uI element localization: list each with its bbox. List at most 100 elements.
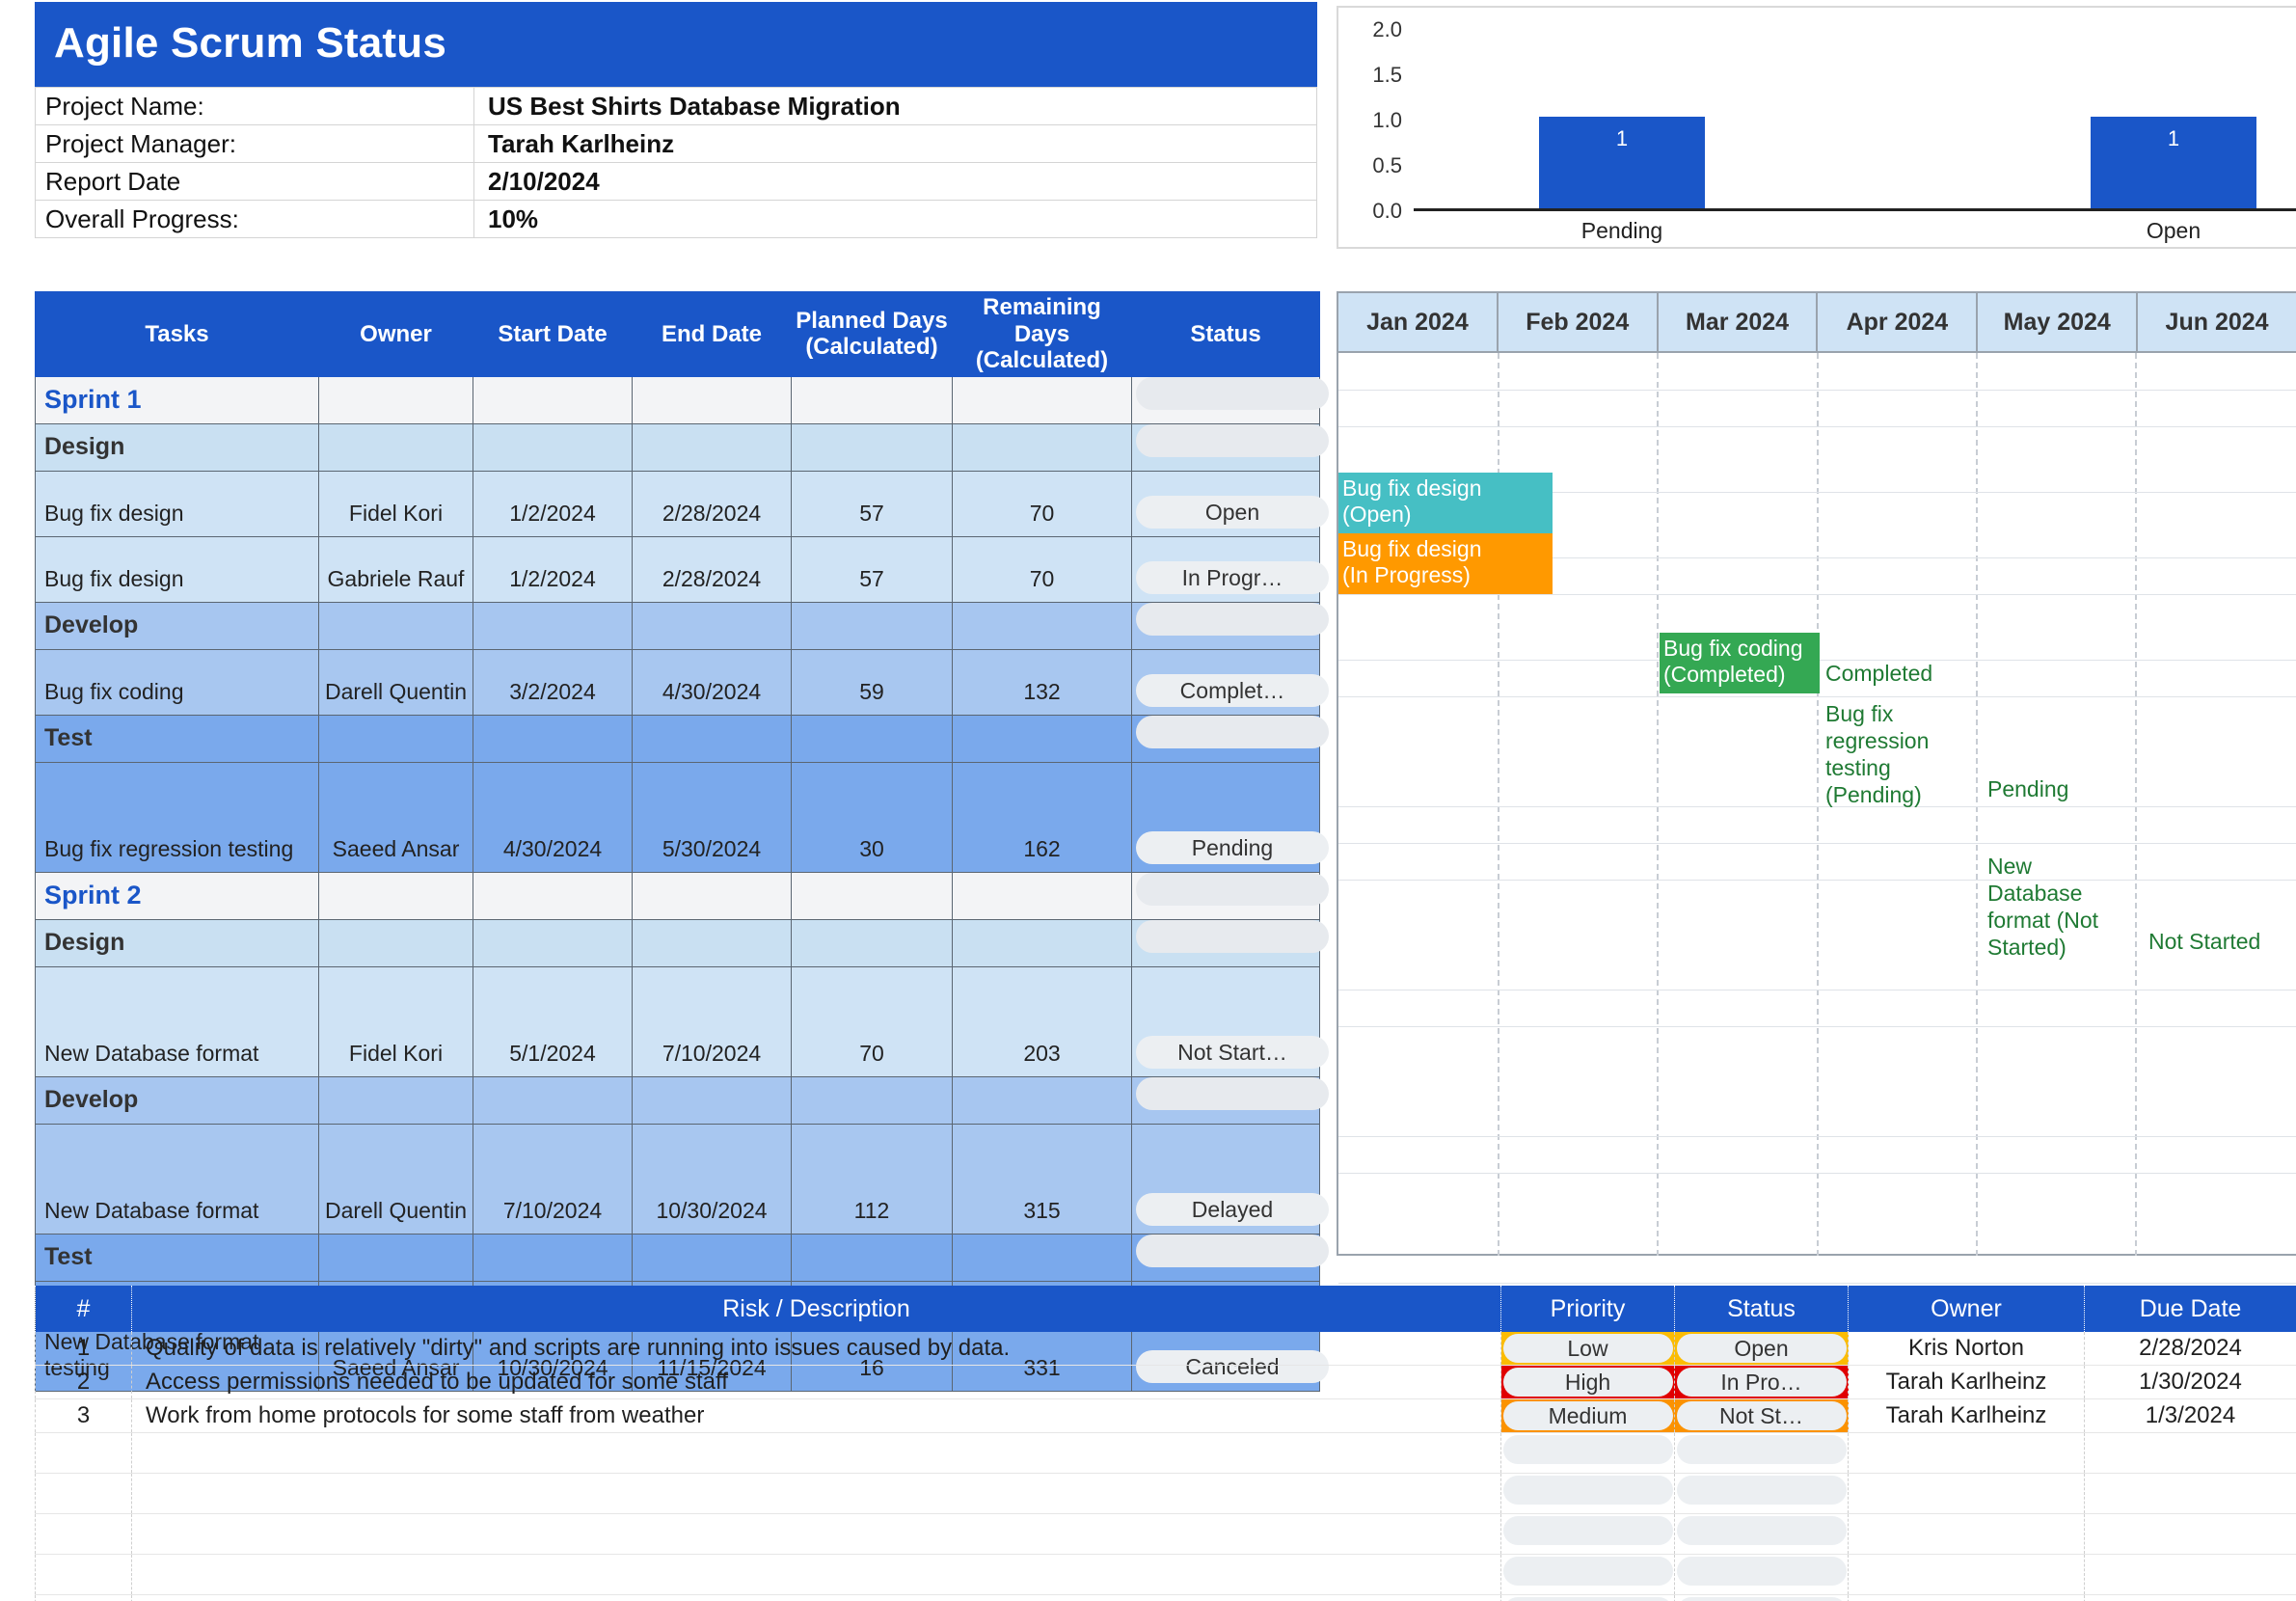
status-badge[interactable]: Open [1136, 495, 1329, 529]
risk-table-row[interactable] [35, 1432, 2296, 1474]
status-badge[interactable] [1676, 1476, 1847, 1505]
chart-bar[interactable]: 1 [1539, 117, 1705, 208]
risk-status-cell[interactable] [1674, 1554, 1849, 1595]
status-badge[interactable]: In Progr… [1136, 560, 1329, 594]
priority-badge[interactable]: Low [1502, 1334, 1673, 1363]
status-badge[interactable] [1136, 715, 1329, 748]
status-badge[interactable] [1136, 1234, 1329, 1267]
status-badge[interactable]: Pending [1136, 830, 1329, 864]
table-group-row[interactable]: Develop [35, 601, 1329, 650]
task-status-cell[interactable] [1131, 918, 1329, 967]
status-badge[interactable] [1136, 919, 1329, 953]
task-status-cell[interactable]: Open [1131, 470, 1329, 537]
task-column-header[interactable]: Planned Days (Calculated) [791, 291, 953, 377]
table-group-row[interactable]: Sprint 2 [35, 871, 1329, 920]
status-badge[interactable] [1136, 423, 1329, 457]
task-column-header[interactable]: Remaining Days (Calculated) [952, 291, 1132, 377]
risk-status-cell[interactable]: Not St… [1674, 1398, 1849, 1433]
status-badge[interactable] [1676, 1557, 1847, 1586]
priority-badge[interactable] [1502, 1435, 1673, 1464]
table-group-row[interactable]: Design [35, 918, 1329, 967]
status-badge[interactable] [1676, 1435, 1847, 1464]
task-status-cell[interactable]: Complet… [1131, 648, 1329, 716]
task-column-header[interactable]: End Date [632, 291, 792, 377]
task-status-cell[interactable] [1131, 601, 1329, 650]
risk-table-row[interactable] [35, 1554, 2296, 1595]
table-group-row[interactable]: Design [35, 422, 1329, 472]
risk-status-cell[interactable]: Open [1674, 1332, 1849, 1366]
risk-table-row[interactable]: 2 Access permissions needed to be updated… [35, 1365, 2296, 1399]
task-status-cell[interactable]: Not Start… [1131, 965, 1329, 1077]
risk-priority-cell[interactable]: High [1500, 1365, 1675, 1399]
risk-column-header[interactable]: Due Date [2084, 1286, 2296, 1332]
status-badge[interactable] [1676, 1597, 1847, 1601]
risk-priority-cell[interactable] [1500, 1594, 1675, 1601]
task-column-header[interactable]: Status [1131, 291, 1320, 377]
risk-status-cell[interactable] [1674, 1473, 1849, 1514]
task-status-cell[interactable] [1131, 1233, 1329, 1282]
table-row[interactable]: New Database format Fidel Kori 5/1/2024 7/1… [35, 965, 1329, 1077]
table-row[interactable]: Bug fix coding Darell Quentin 3/2/2024 4/30… [35, 648, 1329, 716]
task-status-cell[interactable] [1131, 714, 1329, 763]
table-row[interactable]: New Database format Darell Quentin 7/10/20… [35, 1123, 1329, 1235]
risk-status-cell[interactable] [1674, 1513, 1849, 1555]
chart-bar[interactable]: 1 [2091, 117, 2256, 208]
table-row[interactable]: Bug fix design Gabriele Rauf 1/2/2024 2/28/… [35, 535, 1329, 603]
priority-badge[interactable]: High [1502, 1368, 1673, 1397]
risk-column-header[interactable]: Risk / Description [131, 1286, 1501, 1332]
table-group-row[interactable]: Develop [35, 1075, 1329, 1125]
risk-column-header[interactable]: Priority [1500, 1286, 1675, 1332]
task-status-cell[interactable] [1131, 1075, 1329, 1125]
table-group-row[interactable]: Test [35, 714, 1329, 763]
task-status-cell[interactable]: Delayed [1131, 1123, 1329, 1235]
status-badge[interactable] [1136, 602, 1329, 636]
gantt-task-bar[interactable]: Bug fix design (Open) [1338, 473, 1553, 533]
task-status-cell[interactable] [1131, 422, 1329, 472]
risk-priority-cell[interactable]: Medium [1500, 1398, 1675, 1433]
risk-priority-cell[interactable]: Low [1500, 1332, 1675, 1366]
status-badge[interactable]: Not Start… [1136, 1035, 1329, 1069]
table-group-row[interactable]: Test [35, 1233, 1329, 1282]
status-badge[interactable]: Not St… [1676, 1401, 1847, 1430]
risk-table-row[interactable] [35, 1513, 2296, 1555]
priority-badge[interactable] [1502, 1597, 1673, 1601]
task-status-cell[interactable] [1131, 871, 1329, 920]
risk-column-header[interactable]: # [35, 1286, 132, 1332]
gantt-task-bar[interactable]: Bug fix design (In Progress) [1338, 533, 1553, 594]
task-status-cell[interactable] [1131, 375, 1329, 424]
task-status-cell[interactable]: In Progr… [1131, 535, 1329, 603]
status-badge[interactable] [1136, 872, 1329, 906]
task-column-header[interactable]: Owner [318, 291, 473, 377]
risk-column-header[interactable]: Status [1674, 1286, 1849, 1332]
status-badge[interactable] [1136, 1076, 1329, 1110]
table-row[interactable]: Bug fix regression testing Saeed Ansar 4/3… [35, 761, 1329, 873]
task-status-cell[interactable]: Pending [1131, 761, 1329, 873]
priority-badge[interactable] [1502, 1476, 1673, 1505]
table-row[interactable]: Bug fix design Fidel Kori 1/2/2024 2/28/202… [35, 470, 1329, 537]
risk-status-cell[interactable]: In Pro… [1674, 1365, 1849, 1399]
risk-status-cell[interactable] [1674, 1594, 1849, 1601]
risk-priority-cell[interactable] [1500, 1513, 1675, 1555]
risk-priority-cell[interactable] [1500, 1432, 1675, 1474]
table-group-row[interactable]: Sprint 1 [35, 375, 1329, 424]
status-badge[interactable] [1136, 376, 1329, 410]
status-badge[interactable]: Open [1676, 1334, 1847, 1363]
status-badge[interactable]: Complet… [1136, 673, 1329, 707]
gantt-task-bar[interactable]: Bug fix coding (Completed) [1660, 633, 1820, 693]
task-column-header[interactable]: Start Date [473, 291, 633, 377]
priority-badge[interactable] [1502, 1516, 1673, 1545]
priority-badge[interactable]: Medium [1502, 1401, 1673, 1430]
status-badge[interactable]: In Pro… [1676, 1368, 1847, 1397]
priority-badge[interactable] [1502, 1557, 1673, 1586]
task-column-header[interactable]: Tasks [35, 291, 319, 377]
status-badge[interactable] [1676, 1516, 1847, 1545]
risk-table-row[interactable]: 3 Work from home protocols for some staff… [35, 1398, 2296, 1433]
risk-column-header[interactable]: Owner [1848, 1286, 2085, 1332]
risk-status-cell[interactable] [1674, 1432, 1849, 1474]
status-badge[interactable]: Delayed [1136, 1192, 1329, 1226]
risk-table-row[interactable] [35, 1473, 2296, 1514]
risk-priority-cell[interactable] [1500, 1554, 1675, 1595]
risk-table-row[interactable]: 1 Quality of data is relatively "dirty" a… [35, 1332, 2296, 1366]
risk-table-row[interactable] [35, 1594, 2296, 1601]
risk-priority-cell[interactable] [1500, 1473, 1675, 1514]
